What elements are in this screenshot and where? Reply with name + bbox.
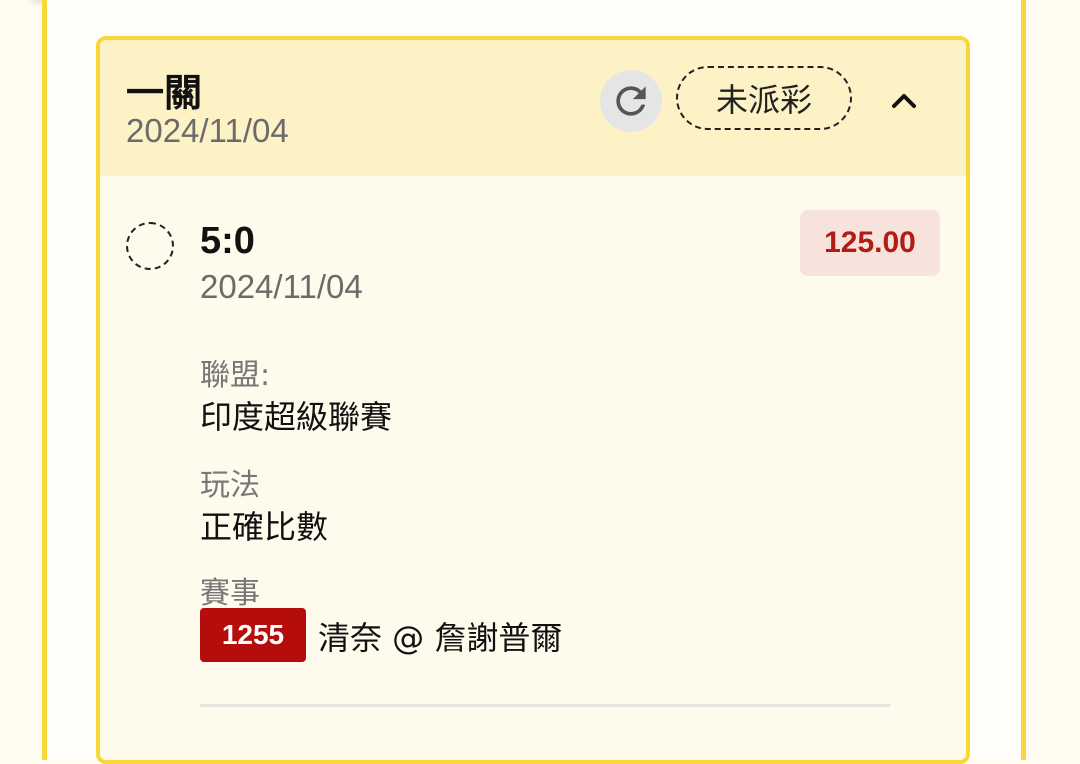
selection-checkbox[interactable] [126, 222, 174, 270]
bet-card-header[interactable]: 一關 2024/11/04 未派彩 [100, 40, 966, 176]
bet-date: 2024/11/04 [126, 112, 289, 149]
league-label: 聯盟: [200, 358, 271, 393]
refresh-icon [616, 86, 646, 116]
selection-date: 2024/11/04 [200, 268, 363, 305]
play-type-label: 玩法 [200, 468, 260, 503]
match-teams: 清奈 @ 詹謝普爾 [318, 619, 563, 657]
payout-status-badge: 未派彩 [676, 66, 852, 130]
selection-score: 5:0 [200, 220, 255, 262]
divider [200, 704, 890, 707]
bet-type-title: 一關 [126, 71, 203, 115]
refresh-button[interactable] [600, 70, 662, 132]
chevron-up-icon [892, 94, 916, 108]
play-type-value: 正確比數 [200, 508, 329, 546]
match-id-badge: 1255 [200, 608, 306, 662]
bet-card: 一關 2024/11/04 未派彩 5:0 2024/11/04 125.00 … [96, 36, 970, 764]
collapse-button[interactable] [880, 76, 928, 124]
odds-badge: 125.00 [800, 210, 940, 276]
league-value: 印度超級聯賽 [200, 398, 393, 436]
match-label: 賽事 [200, 576, 260, 611]
